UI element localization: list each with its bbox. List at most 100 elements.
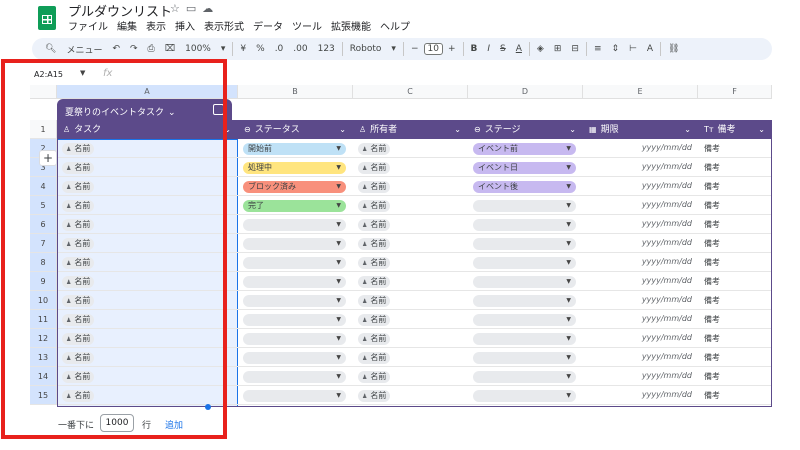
table-header-4[interactable]: ▦ 期限 ⌄: [583, 120, 698, 139]
dropdown-arrow-icon[interactable]: ▼: [336, 371, 341, 383]
stage-dropdown[interactable]: ▼: [473, 390, 576, 402]
italic-icon[interactable]: I: [482, 44, 495, 54]
note-cell[interactable]: 備考: [704, 295, 720, 306]
note-cell[interactable]: 備考: [704, 200, 720, 211]
decrease-decimal-button[interactable]: .0: [270, 44, 289, 54]
menu-item[interactable]: 拡張機能: [331, 18, 371, 33]
star-icon[interactable]: ☆: [170, 2, 186, 15]
insert-link-icon[interactable]: ⛓: [663, 44, 684, 54]
currency-button[interactable]: ¥: [235, 44, 251, 54]
date-cell[interactable]: yyyy/mm/dd: [583, 219, 692, 228]
note-cell[interactable]: 備考: [704, 181, 720, 192]
date-cell[interactable]: yyyy/mm/dd: [583, 371, 692, 380]
table-header-2[interactable]: ♙ 所有者 ⌄: [353, 120, 468, 139]
stage-dropdown[interactable]: ▼: [473, 371, 576, 383]
stage-dropdown[interactable]: ▼: [473, 238, 576, 250]
status-dropdown[interactable]: ▼: [243, 238, 346, 250]
status-dropdown[interactable]: ▼: [243, 257, 346, 269]
zoom-chevron-icon[interactable]: ▾: [216, 44, 231, 54]
person-chip[interactable]: ♟ 名前: [358, 181, 391, 193]
person-chip[interactable]: ♟ 名前: [358, 238, 391, 250]
person-chip[interactable]: ♟ 名前: [358, 352, 391, 364]
dropdown-arrow-icon[interactable]: ▼: [566, 219, 571, 231]
status-dropdown[interactable]: 処理中 ▼: [243, 162, 346, 174]
dropdown-arrow-icon[interactable]: ▼: [566, 276, 571, 288]
status-dropdown[interactable]: ▼: [243, 390, 346, 402]
dropdown-arrow-icon[interactable]: ▼: [336, 390, 341, 402]
strikethrough-icon[interactable]: S: [495, 44, 511, 54]
column-header-e[interactable]: E: [583, 85, 698, 99]
chevron-down-icon[interactable]: ⌄: [454, 120, 461, 139]
chevron-down-icon[interactable]: ⌄: [684, 120, 691, 139]
print-icon[interactable]: ⎙: [143, 44, 160, 54]
stage-dropdown[interactable]: ▼: [473, 276, 576, 288]
dropdown-arrow-icon[interactable]: ▼: [336, 314, 341, 326]
stage-dropdown[interactable]: ▼: [473, 257, 576, 269]
dropdown-arrow-icon[interactable]: ▼: [336, 276, 341, 288]
status-dropdown[interactable]: ▼: [243, 219, 346, 231]
date-cell[interactable]: yyyy/mm/dd: [583, 352, 692, 361]
search-icon[interactable]: 🔍︎: [40, 44, 61, 54]
dropdown-arrow-icon[interactable]: ▼: [336, 219, 341, 231]
dropdown-arrow-icon[interactable]: ▼: [566, 257, 571, 269]
chevron-down-icon[interactable]: ⌄: [339, 120, 346, 139]
stage-dropdown[interactable]: イベント前 ▼: [473, 143, 576, 155]
dropdown-arrow-icon[interactable]: ▼: [336, 162, 341, 174]
date-cell[interactable]: yyyy/mm/dd: [583, 143, 692, 152]
person-chip[interactable]: ♟ 名前: [358, 314, 391, 326]
dropdown-arrow-icon[interactable]: ▼: [336, 333, 341, 345]
date-cell[interactable]: yyyy/mm/dd: [583, 238, 692, 247]
dropdown-arrow-icon[interactable]: ▼: [566, 352, 571, 364]
date-cell[interactable]: yyyy/mm/dd: [583, 295, 692, 304]
stage-dropdown[interactable]: ▼: [473, 200, 576, 212]
note-cell[interactable]: 備考: [704, 219, 720, 230]
person-chip[interactable]: ♟ 名前: [358, 390, 391, 402]
person-chip[interactable]: ♟ 名前: [358, 257, 391, 269]
table-header-1[interactable]: ⊖ ステータス ⌄: [238, 120, 353, 139]
stage-dropdown[interactable]: ▼: [473, 219, 576, 231]
person-chip[interactable]: ♟ 名前: [358, 333, 391, 345]
column-header-c[interactable]: C: [353, 85, 468, 99]
person-chip[interactable]: ♟ 名前: [358, 219, 391, 231]
dropdown-arrow-icon[interactable]: ▼: [336, 200, 341, 212]
date-cell[interactable]: yyyy/mm/dd: [583, 257, 692, 266]
stage-dropdown[interactable]: ▼: [473, 352, 576, 364]
person-chip[interactable]: ♟ 名前: [358, 371, 391, 383]
chevron-down-icon[interactable]: ⌄: [758, 120, 765, 139]
note-cell[interactable]: 備考: [704, 314, 720, 325]
person-chip[interactable]: ♟ 名前: [358, 200, 391, 212]
status-dropdown[interactable]: ▼: [243, 352, 346, 364]
person-chip[interactable]: ♟ 名前: [358, 295, 391, 307]
dropdown-arrow-icon[interactable]: ▼: [566, 390, 571, 402]
menu-item[interactable]: ファイル: [68, 18, 108, 33]
dropdown-arrow-icon[interactable]: ▼: [566, 143, 571, 155]
move-folder-icon[interactable]: ▭: [186, 2, 202, 15]
note-cell[interactable]: 備考: [704, 238, 720, 249]
dropdown-arrow-icon[interactable]: ▼: [336, 181, 341, 193]
note-cell[interactable]: 備考: [704, 352, 720, 363]
note-cell[interactable]: 備考: [704, 143, 720, 154]
text-rotation-icon[interactable]: A: [642, 44, 658, 54]
status-dropdown[interactable]: ▼: [243, 276, 346, 288]
number-format-button[interactable]: 123: [313, 44, 340, 54]
dropdown-arrow-icon[interactable]: ▼: [336, 352, 341, 364]
person-chip[interactable]: ♟ 名前: [358, 143, 391, 155]
menu-item[interactable]: 表示形式: [204, 18, 244, 33]
note-cell[interactable]: 備考: [704, 390, 720, 401]
status-dropdown[interactable]: ▼: [243, 371, 346, 383]
note-cell[interactable]: 備考: [704, 371, 720, 382]
stage-dropdown[interactable]: ▼: [473, 333, 576, 345]
dropdown-arrow-icon[interactable]: ▼: [566, 314, 571, 326]
font-size-decrease-icon[interactable]: −: [406, 44, 424, 54]
date-cell[interactable]: yyyy/mm/dd: [583, 390, 692, 399]
menu-item[interactable]: 編集: [117, 18, 137, 33]
bold-icon[interactable]: B: [466, 44, 483, 54]
menu-item[interactable]: ヘルプ: [380, 18, 410, 33]
percent-button[interactable]: %: [251, 44, 270, 54]
horizontal-align-icon[interactable]: ≡: [589, 44, 607, 54]
date-cell[interactable]: yyyy/mm/dd: [583, 181, 692, 190]
note-cell[interactable]: 備考: [704, 162, 720, 173]
date-cell[interactable]: yyyy/mm/dd: [583, 314, 692, 323]
table-header-3[interactable]: ⊖ ステージ ⌄: [468, 120, 583, 139]
font-chevron-icon[interactable]: ▾: [386, 44, 401, 54]
